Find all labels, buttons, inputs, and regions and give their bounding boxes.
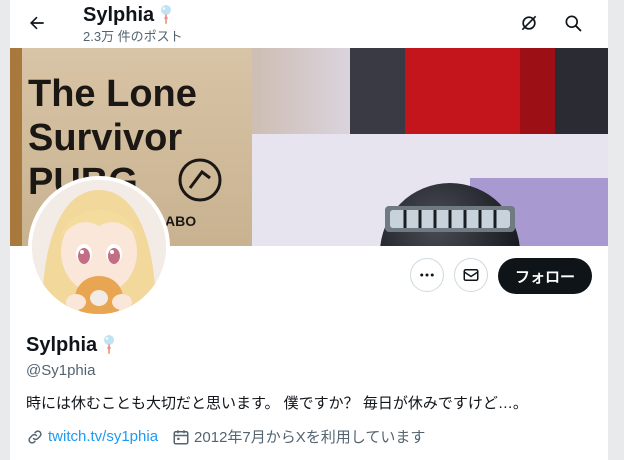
search-button[interactable]: [556, 6, 590, 40]
profile-meta: twitch.tv/sy1phia 2012年7月からXを利用しています: [26, 426, 439, 447]
avatar[interactable]: [28, 176, 170, 318]
post-count: 2.3万 件のポスト: [83, 29, 183, 44]
avatar-image: [32, 180, 166, 314]
banner-book-credit: ABO: [165, 213, 196, 229]
top-bar: Sylphia 2.3万 件のポスト: [10, 0, 608, 48]
profile-handle: @Sy1phia: [26, 362, 96, 379]
profile-column: Sylphia 2.3万 件のポスト The Lone Survivor ABO…: [10, 0, 608, 460]
joined-date-item: 2012年7月からXを利用しています: [172, 426, 425, 447]
profile-name-row: Sylphia: [26, 332, 117, 358]
joined-date: 2012年7月からXを利用しています: [194, 429, 426, 446]
more-icon: [420, 273, 434, 277]
back-arrow-icon: [30, 16, 44, 30]
message-icon: [463, 269, 479, 281]
header-title-block: Sylphia 2.3万 件のポスト: [83, 2, 183, 45]
page-title: Sylphia: [83, 4, 155, 26]
profile-name: Sylphia: [26, 334, 98, 356]
notification-toggle-button[interactable]: [512, 6, 546, 40]
back-button[interactable]: [20, 6, 54, 40]
banner-book-line1: The Lone: [28, 73, 197, 115]
search-icon: [565, 15, 582, 32]
link-icon: [28, 429, 42, 444]
profile-bio: 時には休むことも大切だと思います。 僕ですか？ 毎日が休みですけど…。: [26, 395, 528, 412]
ice-cream-emoji-icon: [104, 335, 115, 354]
ice-cream-emoji-icon: [161, 5, 172, 24]
profile-link[interactable]: twitch.tv/sy1phia: [48, 428, 158, 445]
follow-button[interactable]: フォロー: [498, 258, 592, 294]
no-notification-icon: [521, 15, 537, 31]
more-button[interactable]: [410, 258, 444, 292]
message-button[interactable]: [454, 258, 488, 292]
profile-link-item: twitch.tv/sy1phia: [26, 428, 158, 446]
calendar-icon: [173, 429, 189, 444]
banner-book-line2: Survivor: [28, 117, 182, 159]
